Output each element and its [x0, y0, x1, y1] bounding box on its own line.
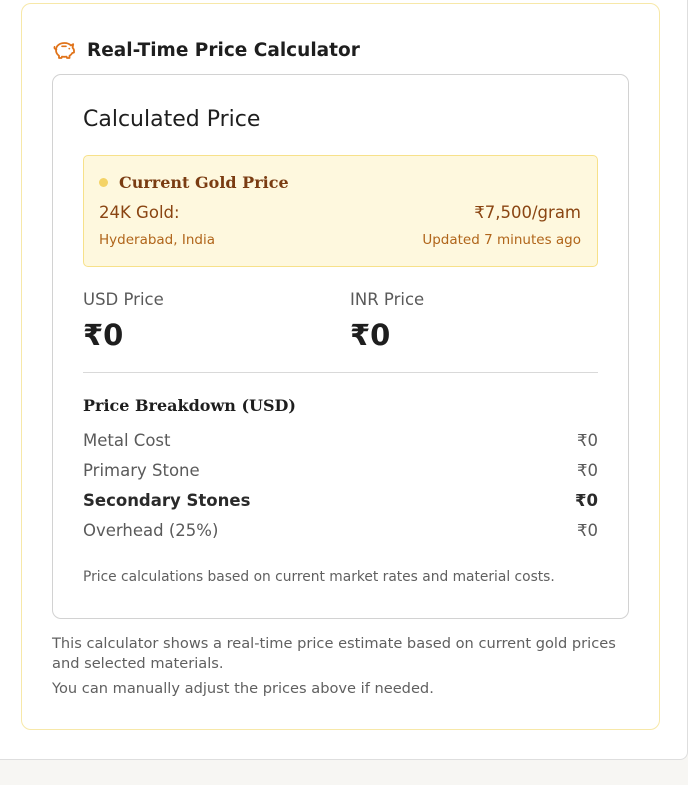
gold-price-header: Current Gold Price	[99, 173, 289, 192]
piggy-bank-icon	[52, 39, 76, 61]
status-dot-icon	[99, 178, 108, 187]
breakdown-value: ₹0	[575, 491, 598, 510]
gold-price-value: ₹7,500/gram	[474, 203, 581, 222]
usd-price-label: USD Price	[83, 290, 164, 309]
breakdown-row-primary-stone: Primary Stone ₹0	[83, 461, 598, 485]
breakdown-label: Overhead (25%)	[83, 521, 219, 540]
calculator-header: Real-Time Price Calculator	[52, 36, 360, 64]
breakdown-value: ₹0	[577, 461, 598, 480]
breakdown-row-metal-cost: Metal Cost ₹0	[83, 431, 598, 455]
gold-metal-label: 24K Gold:	[99, 203, 180, 222]
calculated-price-heading: Calculated Price	[83, 107, 261, 132]
breakdown-label: Metal Cost	[83, 431, 171, 450]
divider	[83, 372, 598, 373]
gold-location: Hyderabad, India	[99, 232, 215, 248]
help-text-description: This calculator shows a real-time price …	[52, 635, 616, 672]
help-text-adjust: You can manually adjust the prices above…	[52, 680, 434, 697]
breakdown-title: Price Breakdown (USD)	[83, 396, 296, 415]
breakdown-row-overhead: Overhead (25%) ₹0	[83, 521, 598, 545]
calculation-footnote: Price calculations based on current mark…	[83, 569, 555, 585]
breakdown-row-secondary-stones: Secondary Stones ₹0	[83, 491, 598, 515]
calculator-title: Real-Time Price Calculator	[87, 39, 360, 61]
gold-updated-time: Updated 7 minutes ago	[422, 232, 581, 248]
gold-price-label: Current Gold Price	[119, 173, 289, 192]
inr-price-value: ₹0	[350, 318, 391, 352]
inr-price-label: INR Price	[350, 290, 425, 309]
breakdown-label: Secondary Stones	[83, 491, 251, 510]
breakdown-value: ₹0	[577, 521, 598, 540]
usd-price-value: ₹0	[83, 318, 124, 352]
breakdown-label: Primary Stone	[83, 461, 200, 480]
breakdown-value: ₹0	[577, 431, 598, 450]
